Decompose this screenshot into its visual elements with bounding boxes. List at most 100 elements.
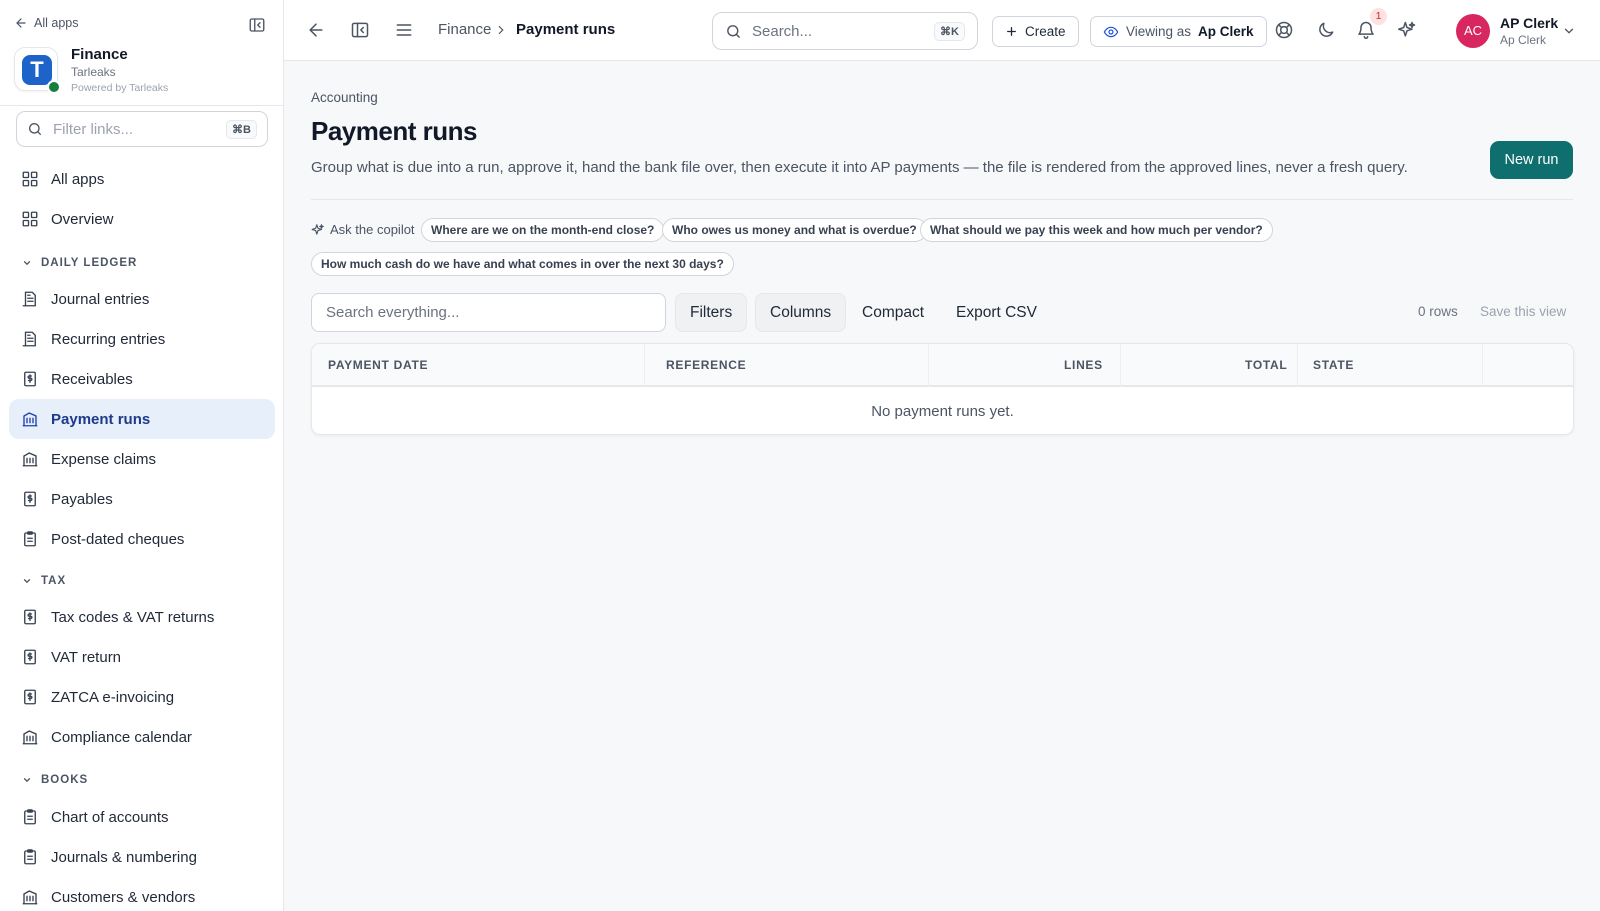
columns-button[interactable]: Columns	[755, 293, 847, 332]
collapse-sidebar-icon[interactable]	[248, 16, 266, 34]
export-csv-button[interactable]: Export CSV	[942, 293, 1051, 332]
column-header-payment-date[interactable]: PAYMENT DATE	[328, 358, 428, 372]
user-name[interactable]: AP Clerk	[1500, 15, 1558, 31]
chevron-right-icon	[494, 23, 508, 37]
column-header-lines[interactable]: LINES	[1064, 358, 1103, 372]
header-divider	[311, 199, 1573, 200]
bank-icon	[21, 888, 39, 906]
table-header: PAYMENT DATE REFERENCE LINES TOTAL STATE	[312, 344, 1573, 387]
user-role: Ap Clerk	[1500, 33, 1547, 47]
breadcrumb-finance[interactable]: Finance	[438, 21, 491, 38]
sidebar-item-customers-vendors[interactable]: Customers & vendors	[9, 877, 275, 911]
eye-icon	[1103, 24, 1119, 40]
table-search-input[interactable]: Search everything...	[311, 293, 666, 332]
nav-label: Overview	[51, 210, 114, 228]
sidebar-item-payables[interactable]: Payables	[9, 479, 275, 519]
section-title: DAILY LEDGER	[41, 257, 138, 269]
dark-mode-moon-icon[interactable]	[1316, 20, 1336, 40]
viewing-as-label: Viewing as	[1126, 24, 1192, 39]
user-avatar[interactable]: AC	[1456, 14, 1490, 48]
back-to-all-apps[interactable]: All apps	[14, 16, 78, 30]
back-label: All apps	[34, 16, 79, 30]
sidebar-item-tax-codes[interactable]: Tax codes & VAT returns	[9, 597, 275, 637]
sidebar-item-recurring-entries[interactable]: Recurring entries	[9, 319, 275, 359]
nav-label: Expense claims	[51, 450, 157, 468]
nav-label: Tax codes & VAT returns	[51, 608, 215, 626]
column-divider	[1120, 344, 1121, 387]
sidebar-item-all-apps[interactable]: All apps	[9, 159, 275, 199]
sidebar-item-post-dated-cheques[interactable]: Post-dated cheques	[9, 519, 275, 559]
sidebar-item-chart-of-accounts[interactable]: Chart of accounts	[9, 797, 275, 837]
dollar-doc-icon	[21, 688, 39, 706]
chevron-down-icon	[22, 258, 32, 268]
search-icon	[27, 121, 43, 137]
column-divider	[1482, 344, 1483, 387]
new-run-button[interactable]: New run	[1490, 141, 1573, 179]
copilot-suggestion-chip[interactable]: How much cash do we have and what comes …	[311, 252, 734, 276]
dollar-doc-icon	[21, 370, 39, 388]
chevron-down-icon	[22, 576, 32, 586]
nav-label: Journals & numbering	[51, 848, 197, 866]
filter-shortcut: ⌘B	[226, 119, 257, 139]
help-lifebuoy-icon[interactable]	[1274, 20, 1294, 40]
filters-button[interactable]: Filters	[675, 293, 748, 332]
sidebar-item-overview[interactable]: Overview	[9, 199, 275, 239]
column-header-state[interactable]: STATE	[1313, 358, 1354, 372]
payment-runs-table: PAYMENT DATE REFERENCE LINES TOTAL STATE…	[311, 343, 1574, 435]
sidebar-item-expense-claims[interactable]: Expense claims	[9, 439, 275, 479]
page-title: Payment runs	[311, 116, 477, 146]
clipboard-icon	[21, 848, 39, 866]
global-search-input[interactable]: Search... ⌘K	[712, 12, 978, 50]
column-header-total[interactable]: TOTAL	[1245, 358, 1287, 372]
chevron-down-icon[interactable]	[1562, 24, 1576, 38]
sidebar-item-journal-entries[interactable]: Journal entries	[9, 279, 275, 319]
nav-label: Receivables	[51, 370, 133, 388]
page-description: Group what is due into a run, approve it…	[311, 159, 1408, 176]
create-button[interactable]: Create	[992, 16, 1079, 47]
bank-icon	[21, 410, 39, 428]
nav-label: Journal entries	[51, 290, 150, 308]
copilot-suggestion-chip[interactable]: Where are we on the month-end close?	[421, 218, 665, 242]
section-tax[interactable]: TAX	[22, 575, 66, 587]
copilot-label: Ask the copilot	[311, 222, 415, 237]
nav-label: ZATCA e-invoicing	[51, 688, 175, 706]
bank-icon	[21, 450, 39, 468]
sidebar-toggle-icon[interactable]	[350, 20, 370, 40]
row-count: 0 rows	[1418, 304, 1458, 319]
back-arrow-icon[interactable]	[306, 20, 326, 40]
column-header-reference[interactable]: REFERENCE	[666, 358, 746, 372]
menu-icon[interactable]	[394, 20, 414, 40]
grid-icon	[21, 210, 39, 228]
save-view-button[interactable]: Save this view	[1480, 304, 1566, 319]
clipboard-icon	[21, 530, 39, 548]
nav-label: All apps	[51, 170, 105, 188]
dollar-doc-icon	[21, 648, 39, 666]
sidebar-item-zatca-e-invoicing[interactable]: ZATCA e-invoicing	[9, 677, 275, 717]
ai-sparkle-icon[interactable]	[1397, 20, 1417, 40]
grid-icon	[21, 170, 39, 188]
sidebar-item-vat-return[interactable]: VAT return	[9, 637, 275, 677]
viewing-as-button[interactable]: Viewing as Ap Clerk	[1090, 16, 1267, 47]
sidebar-item-compliance-calendar[interactable]: Compliance calendar	[9, 717, 275, 757]
nav-label: Payables	[51, 490, 113, 508]
notification-count-badge: 1	[1370, 8, 1387, 25]
viewing-as-role: Ap Clerk	[1198, 24, 1254, 39]
copilot-suggestion-chip[interactable]: Who owes us money and what is overdue?	[662, 218, 927, 242]
sidebar: All apps T Finance Tarleaks Powered by T…	[0, 0, 284, 911]
nav-label: Customers & vendors	[51, 888, 196, 906]
sidebar-item-journals-numbering[interactable]: Journals & numbering	[9, 837, 275, 877]
section-title: TAX	[41, 575, 67, 587]
compact-toggle[interactable]: Compact	[848, 293, 938, 332]
search-shortcut: ⌘K	[934, 21, 965, 41]
section-books[interactable]: BOOKS	[22, 774, 88, 786]
sidebar-item-payment-runs[interactable]: Payment runs	[9, 399, 275, 439]
ledger-icon	[21, 290, 39, 308]
app-logo: T	[14, 47, 61, 94]
org-powered-by: Powered by Tarleaks	[71, 82, 169, 94]
copilot-suggestion-chip[interactable]: What should we pay this week and how muc…	[920, 218, 1273, 242]
sidebar-item-receivables[interactable]: Receivables	[9, 359, 275, 399]
dollar-doc-icon	[21, 608, 39, 626]
section-daily-ledger[interactable]: DAILY LEDGER	[22, 257, 137, 269]
filter-links-input[interactable]: Filter links... ⌘B	[16, 111, 268, 147]
nav-label: VAT return	[51, 648, 122, 666]
